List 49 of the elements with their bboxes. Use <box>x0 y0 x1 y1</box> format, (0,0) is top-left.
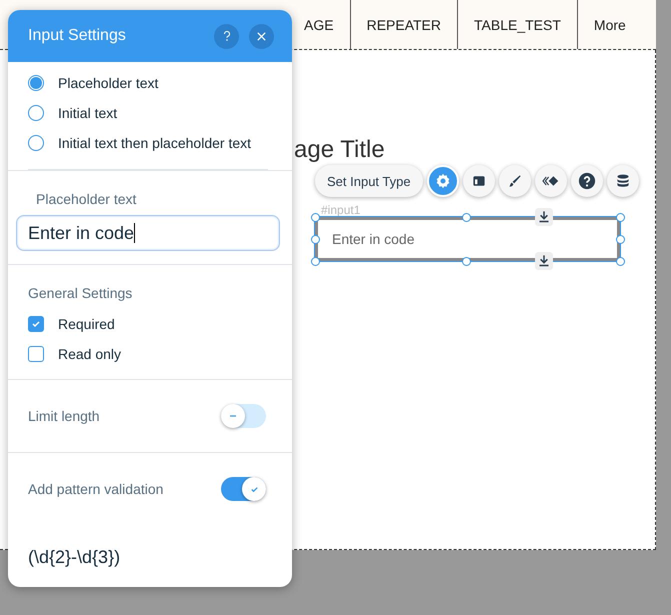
nav-tab[interactable]: TABLE_TEST <box>458 0 578 49</box>
element-id-label: #input1 <box>321 203 360 217</box>
check-icon <box>31 319 41 329</box>
checkbox[interactable] <box>28 346 44 362</box>
animation-button[interactable] <box>534 165 567 197</box>
check-icon <box>250 484 258 494</box>
download-icon[interactable] <box>535 252 553 270</box>
resize-handle[interactable] <box>616 213 625 222</box>
resize-handle[interactable] <box>616 257 625 266</box>
checkbox[interactable] <box>28 316 44 332</box>
field-label: Placeholder text <box>35 191 138 207</box>
radio-button[interactable] <box>28 105 44 121</box>
toggle-switch[interactable] <box>221 477 266 501</box>
placeholder-input-field[interactable]: Enter in code <box>16 215 280 251</box>
resize-handle[interactable] <box>311 235 320 244</box>
brush-button[interactable] <box>498 165 531 197</box>
close-button[interactable] <box>249 24 274 48</box>
layout-button[interactable] <box>462 165 495 197</box>
pattern-text: (\d{2}-\d{3}) <box>27 546 122 568</box>
page-title: age Title <box>294 136 385 164</box>
radio-label: Initial text then placeholder text <box>58 135 252 151</box>
toggle-switch[interactable] <box>221 404 266 428</box>
database-icon <box>614 173 631 189</box>
section-heading: General Settings <box>28 285 134 301</box>
set-input-type-button[interactable]: Set Input Type <box>315 165 423 197</box>
toggle-label: Limit length <box>28 408 100 424</box>
checkbox-label: Read only <box>58 346 122 362</box>
resize-handle[interactable] <box>616 235 625 244</box>
brush-icon <box>506 173 523 189</box>
download-icon[interactable] <box>535 208 553 226</box>
radio-label: Initial text <box>58 105 118 121</box>
help-icon <box>578 172 596 190</box>
text-input-element[interactable]: Enter in code <box>315 217 620 261</box>
database-button[interactable] <box>606 165 639 197</box>
nav-tab[interactable]: REPEATER <box>350 0 458 49</box>
close-icon <box>256 30 267 42</box>
resize-handle[interactable] <box>462 213 471 222</box>
resize-handle[interactable] <box>311 257 320 266</box>
resize-handle[interactable] <box>311 213 320 222</box>
radio-button[interactable] <box>28 135 44 151</box>
layout-icon <box>470 173 487 189</box>
help-button[interactable] <box>570 165 603 197</box>
resize-handle[interactable] <box>462 257 471 266</box>
toggle-label: Add pattern validation <box>28 481 164 497</box>
panel-title: Input Settings <box>28 27 127 45</box>
radio-button[interactable] <box>28 75 44 91</box>
nav-tab[interactable]: More <box>578 0 642 49</box>
checkbox-label: Required <box>58 316 115 332</box>
radio-label: Placeholder text <box>58 75 158 91</box>
